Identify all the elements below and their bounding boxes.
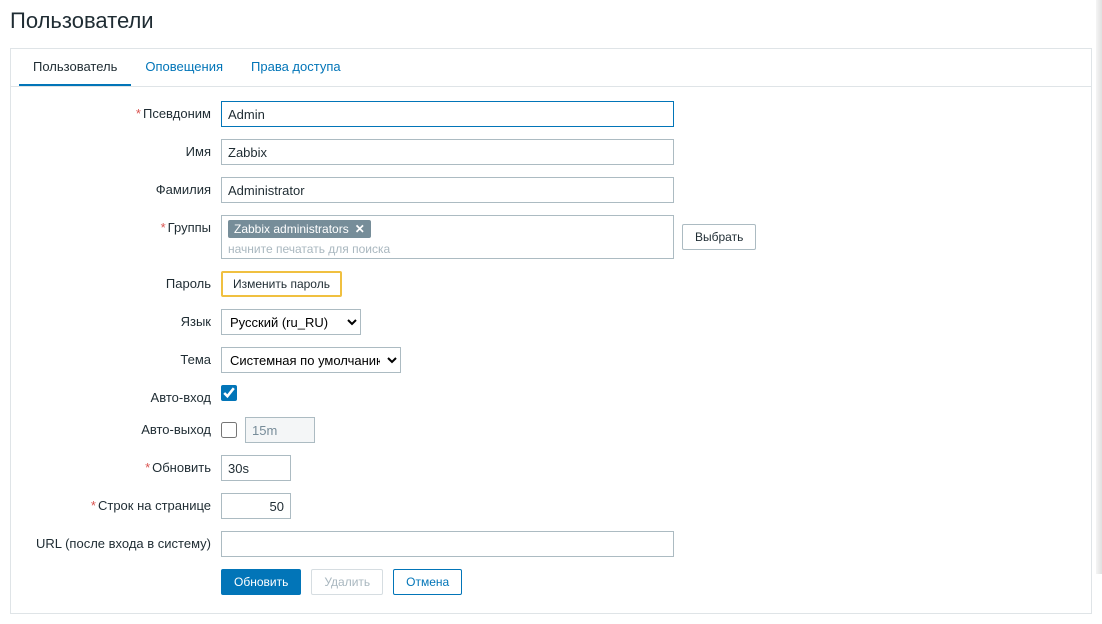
label-alias: *Псевдоним: [21, 101, 221, 121]
label-url: URL (после входа в систему): [21, 531, 221, 551]
form-actions: Обновить Удалить Отмена: [221, 569, 1081, 595]
form-panel: Пользователь Оповещения Права доступа *П…: [10, 48, 1092, 614]
refresh-input[interactable]: [221, 455, 291, 481]
label-password: Пароль: [21, 271, 221, 291]
update-button[interactable]: Обновить: [221, 569, 301, 595]
tabs: Пользователь Оповещения Права доступа: [11, 49, 1091, 87]
surname-input[interactable]: [221, 177, 674, 203]
cancel-button[interactable]: Отмена: [393, 569, 462, 595]
theme-select[interactable]: Системная по умолчанию: [221, 347, 401, 373]
select-groups-button[interactable]: Выбрать: [682, 224, 756, 250]
change-password-button[interactable]: Изменить пароль: [221, 271, 342, 297]
label-name: Имя: [21, 139, 221, 159]
label-theme: Тема: [21, 347, 221, 367]
autologout-value-input: [245, 417, 315, 443]
tab-user[interactable]: Пользователь: [19, 49, 131, 86]
user-form: *Псевдоним Имя Фамилия *Группы: [11, 87, 1091, 613]
tab-permissions[interactable]: Права доступа: [237, 49, 355, 86]
label-groups: *Группы: [21, 215, 221, 235]
label-refresh: *Обновить: [21, 455, 221, 475]
name-input[interactable]: [221, 139, 674, 165]
delete-button: Удалить: [311, 569, 383, 595]
group-chip: Zabbix administrators ✕: [228, 220, 371, 238]
language-select[interactable]: Русский (ru_RU): [221, 309, 361, 335]
groups-placeholder: начните печатать для поиска: [228, 240, 667, 256]
remove-group-icon[interactable]: ✕: [355, 222, 365, 236]
label-autologout: Авто-выход: [21, 417, 221, 437]
label-language: Язык: [21, 309, 221, 329]
url-input[interactable]: [221, 531, 674, 557]
page-title: Пользователи: [10, 8, 1092, 34]
rows-input[interactable]: [221, 493, 291, 519]
label-surname: Фамилия: [21, 177, 221, 197]
label-rows: *Строк на странице: [21, 493, 221, 513]
autologout-checkbox[interactable]: [221, 422, 237, 438]
scrollbar-track[interactable]: [1096, 0, 1102, 574]
alias-input[interactable]: [221, 101, 674, 127]
tab-media[interactable]: Оповещения: [131, 49, 237, 86]
group-chip-label: Zabbix administrators: [234, 222, 349, 236]
groups-multiselect[interactable]: Zabbix administrators ✕ начните печатать…: [221, 215, 674, 259]
autologin-checkbox[interactable]: [221, 385, 237, 401]
label-autologin: Авто-вход: [21, 385, 221, 405]
